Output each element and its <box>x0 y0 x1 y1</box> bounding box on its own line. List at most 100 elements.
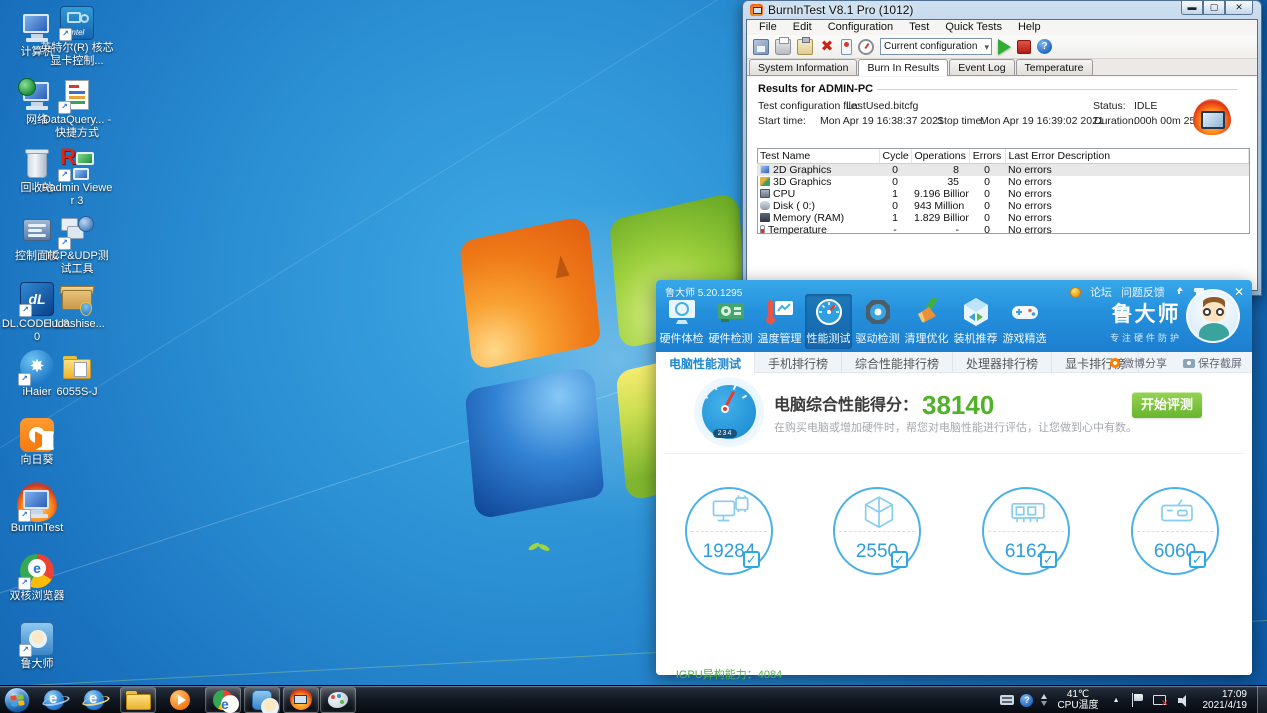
table-row[interactable]: Temperature - - 0 No errors <box>757 224 1249 236</box>
nav-driver-test[interactable]: 驱动检测 <box>854 294 901 349</box>
minimize-button[interactable]: ▬ <box>1181 1 1203 15</box>
nav-temperature[interactable]: 温度管理 <box>756 294 803 349</box>
configuration-dropdown[interactable]: Current configuration <box>880 38 992 55</box>
copy-icon[interactable] <box>797 39 813 55</box>
battery-test-icon[interactable] <box>841 39 852 55</box>
action-center-icon[interactable] <box>1131 693 1143 707</box>
taskbar-explorer-button[interactable] <box>120 687 156 713</box>
col-cycle[interactable]: Cycle <box>879 149 911 164</box>
desktop-icon-dualcore-browser[interactable]: 双核浏览器 <box>0 554 74 603</box>
ram-score-circle[interactable]: 6162 ✓ <box>982 487 1070 575</box>
tab-phone-ranking[interactable]: 手机排行榜 <box>755 352 842 373</box>
tab-cpu-ranking[interactable]: 处理器排行榜 <box>953 352 1052 373</box>
nav-performance-test[interactable]: 性能测试 <box>805 294 852 349</box>
close-button[interactable]: ✕ <box>1234 287 1244 298</box>
network-status-icon[interactable] <box>1153 694 1168 707</box>
results-table[interactable]: Test Name Cycle Operations Errors Last E… <box>757 149 1249 236</box>
show-desktop-button[interactable] <box>1257 686 1267 713</box>
cpu-test-checkbox[interactable]: ✓ <box>743 551 760 568</box>
window-title: BurnInTest V8.1 Pro (1012) <box>768 3 913 17</box>
menu-quick-tests[interactable]: Quick Tests <box>937 20 1010 35</box>
desktop-icon-tcpudp[interactable]: TCP&UDP测试工具 <box>40 214 114 276</box>
share-icon[interactable] <box>1174 287 1185 297</box>
table-row[interactable]: CPU 1 9.196 Billion 0 No errors <box>757 188 1249 200</box>
menu-help[interactable]: Help <box>1010 20 1049 35</box>
col-errors[interactable]: Errors <box>969 149 1005 164</box>
taskbar-mediaplayer-icon[interactable] <box>168 689 192 711</box>
desktop-icon-dataquery[interactable]: DataQuery... - 快捷方式 <box>40 78 114 140</box>
start-button[interactable] <box>4 687 30 713</box>
ludashi-header[interactable]: 鲁大师 5.20.1295 论坛 问题反馈 — ✕ 硬件体检 <box>656 280 1252 352</box>
sunflower-icon <box>20 418 54 452</box>
disk-line-icon <box>1153 493 1201 533</box>
menu-file[interactable]: File <box>751 20 785 35</box>
duration-label: Duration: <box>1094 115 1137 127</box>
show-hidden-icons[interactable]: ▲ <box>1113 697 1120 704</box>
close-button[interactable]: ✕ <box>1225 1 1253 15</box>
nav-hardware-test[interactable]: 硬件检测 <box>707 294 754 349</box>
save-screenshot-button[interactable]: 保存截屏 <box>1183 355 1242 371</box>
start-tests-button[interactable] <box>998 39 1011 55</box>
table-row[interactable]: Disk ( 0:) 0 943 Million 0 No errors <box>757 200 1249 212</box>
taskbar-ie-icon[interactable] <box>42 689 66 711</box>
tab-system-information[interactable]: System Information <box>749 59 857 75</box>
weibo-share-button[interactable]: 微博分享 <box>1110 355 1167 371</box>
help-button[interactable]: ? <box>1037 39 1052 54</box>
gpu-score-circle[interactable]: 2550 ✓ <box>833 487 921 575</box>
print-icon[interactable] <box>775 39 791 55</box>
desktop-icon-radmin[interactable]: R Radmin Viewer 3 <box>40 146 114 208</box>
stop-tests-button[interactable] <box>1017 40 1031 54</box>
col-operations[interactable]: Operations <box>911 149 969 164</box>
taskbar-clock[interactable]: 17:09 2021/4/19 <box>1203 689 1248 711</box>
clear-icon[interactable]: ✖ <box>819 39 835 55</box>
taskbar-paint-button[interactable] <box>320 687 356 713</box>
desktop-icon-burnintest[interactable]: BurnInTest <box>0 486 74 535</box>
tab-event-log[interactable]: Event Log <box>949 59 1014 75</box>
gpu-test-checkbox[interactable]: ✓ <box>891 551 908 568</box>
start-benchmark-button[interactable]: 开始评测 <box>1132 392 1202 418</box>
col-last-error[interactable]: Last Error Description <box>1005 149 1249 164</box>
tab-pc-performance[interactable]: 电脑性能测试 <box>656 352 755 373</box>
gauge-test-icon[interactable] <box>858 39 874 55</box>
menu-configuration[interactable]: Configuration <box>820 20 901 35</box>
save-results-icon[interactable] <box>753 39 769 55</box>
desktop-icon-ludashi[interactable]: 鲁大师 <box>0 622 74 671</box>
nav-cleanup[interactable]: 清理优化 <box>903 294 950 349</box>
menu-edit[interactable]: Edit <box>785 20 820 35</box>
forum-link[interactable]: 论坛 <box>1090 284 1112 300</box>
taskbar-ludashi-button[interactable] <box>244 687 280 713</box>
taskbar-burnintest-button[interactable] <box>283 687 319 713</box>
update-tray-icon[interactable] <box>1039 694 1049 706</box>
tab-temperature[interactable]: Temperature <box>1016 59 1093 75</box>
input-indicator-icon[interactable] <box>1000 695 1014 705</box>
tab-burn-in-results[interactable]: Burn In Results <box>858 59 948 76</box>
table-row[interactable]: 2D Graphics 0 8 0 No errors <box>757 164 1249 177</box>
desktop-icon-sunflower[interactable]: 向日葵 <box>0 418 74 467</box>
volume-icon[interactable] <box>1178 694 1192 707</box>
help-tray-icon[interactable]: ? <box>1020 694 1033 707</box>
ram-test-checkbox[interactable]: ✓ <box>1040 551 1057 568</box>
menu-test[interactable]: Test <box>901 20 937 35</box>
taskbar-ie2-icon[interactable] <box>82 689 106 711</box>
tab-overall-ranking[interactable]: 综合性能排行榜 <box>842 352 953 373</box>
maximize-button[interactable]: ▢ <box>1203 1 1225 15</box>
desktop-icon-folder-6055sj[interactable]: 6055S-J <box>40 350 114 399</box>
desktop-icon-intel-graphics[interactable]: intel 英特尔(R) 核芯显卡控制... <box>40 6 114 68</box>
burnintest-titlebar[interactable]: BurnInTest V8.1 Pro (1012) ▬ ▢ ✕ <box>746 1 1258 19</box>
taskbar-browser-button[interactable] <box>205 687 241 713</box>
build-recommend-icon <box>960 296 992 328</box>
table-row[interactable]: 3D Graphics 0 35 0 No errors <box>757 176 1249 188</box>
table-row[interactable]: Memory (RAM) 1 1.829 Billion 0 No errors <box>757 212 1249 224</box>
col-test-name[interactable]: Test Name <box>757 149 879 164</box>
disk-test-checkbox[interactable]: ✓ <box>1189 551 1206 568</box>
nav-build-recommend[interactable]: 装机推荐 <box>952 294 999 349</box>
desktop-icon-ludashi-setup[interactable]: ludashise... <box>40 282 114 331</box>
medal-icon[interactable] <box>1070 287 1081 298</box>
hardware-test-icon <box>715 296 747 328</box>
stop-time-value: Mon Apr 19 16:39:02 2021 <box>980 115 1104 127</box>
disk-score-circle[interactable]: 6060 ✓ <box>1131 487 1219 575</box>
nav-hardware-checkup[interactable]: 硬件体检 <box>658 294 705 349</box>
cpu-temperature-indicator[interactable]: 41℃ CPU温度 <box>1057 689 1098 711</box>
nav-game-selection[interactable]: 游戏精选 <box>1001 294 1048 349</box>
cpu-score-circle[interactable]: 19284 ✓ <box>685 487 773 575</box>
